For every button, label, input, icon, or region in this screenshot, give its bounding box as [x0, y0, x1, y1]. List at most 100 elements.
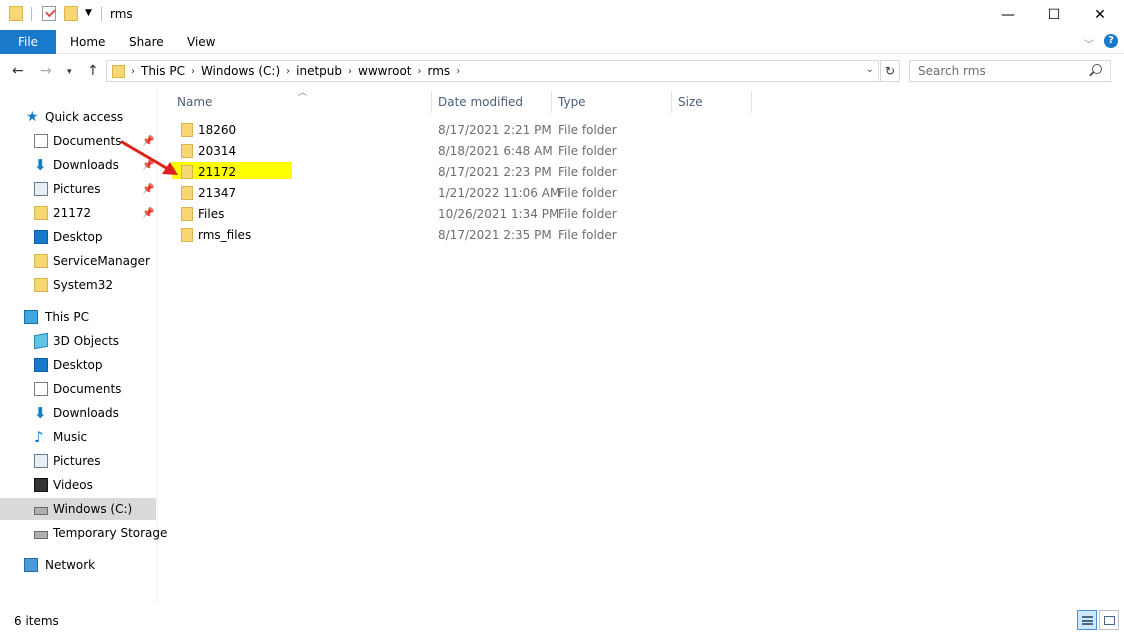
sidebar-item-network[interactable]: Network — [0, 554, 156, 576]
address-bar[interactable]: › This PC › Windows (C:) › inetpub › www… — [106, 60, 879, 82]
tab-home[interactable]: Home — [70, 30, 105, 54]
pin-icon[interactable]: 📌 — [142, 208, 154, 219]
help-icon[interactable]: ? — [1104, 34, 1118, 48]
sidebar-item-label: Pictures — [53, 182, 101, 196]
sidebar-item-videos[interactable]: Videos — [0, 474, 156, 496]
column-header-type[interactable]: Type — [552, 89, 670, 115]
window-title: rms — [110, 7, 133, 21]
drive-icon — [34, 530, 48, 539]
sidebar-item-desktop[interactable]: Desktop — [0, 226, 156, 248]
close-button[interactable]: ✕ — [1077, 0, 1123, 30]
column-divider[interactable] — [751, 91, 752, 113]
sidebar-item-label: System32 — [53, 278, 114, 292]
customize-toolbar-dropdown-icon[interactable]: ▼ — [85, 8, 92, 18]
expand-ribbon-chevron-icon[interactable]: ﹀ — [1084, 36, 1094, 51]
maximize-button[interactable]: ☐ — [1031, 0, 1077, 30]
details-view-button[interactable] — [1077, 610, 1097, 630]
file-name: 20314 — [198, 144, 237, 158]
search-input[interactable]: Search rms — [909, 60, 1111, 82]
computer-icon — [24, 310, 38, 324]
file-name: rms_files — [198, 228, 252, 242]
pin-icon[interactable]: 📌 — [142, 184, 154, 195]
breadcrumb-chevron-icon[interactable]: › — [191, 66, 195, 77]
sidebar-item-downloads[interactable]: ⬇ Downloads — [0, 402, 156, 424]
sidebar-item-documents[interactable]: Documents — [0, 378, 156, 400]
sidebar-item-3d-objects[interactable]: 3D Objects — [0, 330, 156, 352]
sidebar-item-label: 21172 — [53, 206, 92, 220]
red-arrow-annotation-icon — [120, 140, 178, 175]
item-count: 6 items — [14, 614, 59, 628]
large-icons-view-button[interactable] — [1099, 610, 1119, 630]
sidebar-item-label: Downloads — [53, 406, 119, 420]
breadcrumb-chevron-icon[interactable]: › — [456, 66, 460, 77]
column-header-size[interactable]: Size — [672, 89, 750, 115]
back-arrow-icon[interactable]: ← — [12, 63, 24, 79]
breadcrumb-this-pc[interactable]: This PC — [141, 64, 185, 78]
column-header-date-modified[interactable]: Date modified — [432, 89, 550, 115]
sidebar-item-system32[interactable]: System32 — [0, 274, 156, 296]
sidebar-item-servicemanager[interactable]: ServiceManager — [0, 250, 156, 272]
file-list: ︿ Name Date modified Type Size 18260 8/1… — [159, 88, 1124, 604]
file-name: 21347 — [198, 186, 237, 200]
new-folder-icon[interactable] — [64, 6, 78, 21]
documents-icon — [34, 134, 48, 148]
folder-icon — [181, 186, 193, 200]
title-separator — [31, 7, 32, 21]
title-bar: ▼ rms — ☐ ✕ — [0, 0, 1124, 30]
file-row[interactable]: 20314 8/18/2021 6:48 AM File folder — [159, 141, 1124, 162]
file-row[interactable]: 21172 8/17/2021 2:23 PM File folder — [159, 162, 1124, 183]
sidebar-item-21172[interactable]: 21172 📌 — [0, 202, 156, 224]
pictures-icon — [34, 454, 48, 468]
file-row[interactable]: 21347 1/21/2022 11:06 AM File folder — [159, 183, 1124, 204]
up-arrow-icon[interactable]: ↑ — [87, 63, 99, 79]
tab-view[interactable]: View — [187, 30, 215, 54]
breadcrumb-chevron-icon[interactable]: › — [131, 66, 135, 77]
recent-locations-chevron-icon[interactable]: ▾ — [67, 67, 72, 77]
breadcrumb-inetpub[interactable]: inetpub — [296, 64, 342, 78]
downloads-icon: ⬇ — [34, 156, 47, 174]
breadcrumb-wwwroot[interactable]: wwwroot — [358, 64, 412, 78]
file-row[interactable]: rms_files 8/17/2021 2:35 PM File folder — [159, 225, 1124, 246]
refresh-icon[interactable]: ↻ — [880, 60, 900, 82]
tab-file[interactable]: File — [0, 30, 56, 54]
file-row[interactable]: 18260 8/17/2021 2:21 PM File folder — [159, 120, 1124, 141]
breadcrumb-chevron-icon[interactable]: › — [348, 66, 352, 77]
address-dropdown-chevron-icon[interactable]: ⌄ — [866, 64, 874, 75]
sidebar-item-pictures[interactable]: Pictures — [0, 450, 156, 472]
sidebar-item-label: Network — [45, 558, 96, 572]
sidebar-item-quick-access[interactable]: ★ Quick access — [0, 106, 156, 128]
sidebar-item-label: This PC — [45, 310, 89, 324]
sidebar-item-temporary-storage[interactable]: Temporary Storage — [0, 522, 167, 544]
sidebar-item-label: Videos — [53, 478, 93, 492]
breadcrumb-chevron-icon[interactable]: › — [418, 66, 422, 77]
sidebar-item-label: ServiceManager — [53, 254, 150, 268]
breadcrumb-chevron-icon[interactable]: › — [286, 66, 290, 77]
window-folder-icon — [9, 6, 23, 21]
sidebar-item-label: Documents — [53, 134, 122, 148]
sidebar-item-this-pc[interactable]: This PC — [0, 306, 156, 328]
file-type: File folder — [558, 165, 617, 179]
minimize-button[interactable]: — — [985, 0, 1031, 30]
column-header-name[interactable]: Name — [171, 89, 429, 115]
file-type: File folder — [558, 144, 617, 158]
downloads-icon: ⬇ — [34, 404, 47, 422]
file-date: 1/21/2022 11:06 AM — [438, 186, 561, 200]
sidebar-item-label: Documents — [53, 382, 122, 396]
music-icon: ♪ — [34, 428, 44, 446]
file-row[interactable]: Files 10/26/2021 1:34 PM File folder — [159, 204, 1124, 225]
sidebar-item-desktop[interactable]: Desktop — [0, 354, 156, 376]
tab-share[interactable]: Share — [129, 30, 164, 54]
properties-icon[interactable] — [42, 6, 56, 21]
documents-icon — [34, 382, 48, 396]
address-folder-icon — [112, 64, 125, 78]
sidebar-item-music[interactable]: ♪ Music — [0, 426, 156, 448]
sidebar-item-windows-c[interactable]: Windows (C:) — [0, 498, 156, 520]
breadcrumb-windows-c[interactable]: Windows (C:) — [201, 64, 280, 78]
search-placeholder: Search rms — [918, 64, 986, 78]
folder-icon — [181, 207, 193, 221]
sidebar-item-label: Quick access — [45, 110, 124, 124]
forward-arrow-icon[interactable]: → — [40, 63, 52, 79]
folder-icon — [181, 123, 193, 137]
file-name: 18260 — [198, 123, 237, 137]
breadcrumb-rms[interactable]: rms — [428, 64, 451, 78]
